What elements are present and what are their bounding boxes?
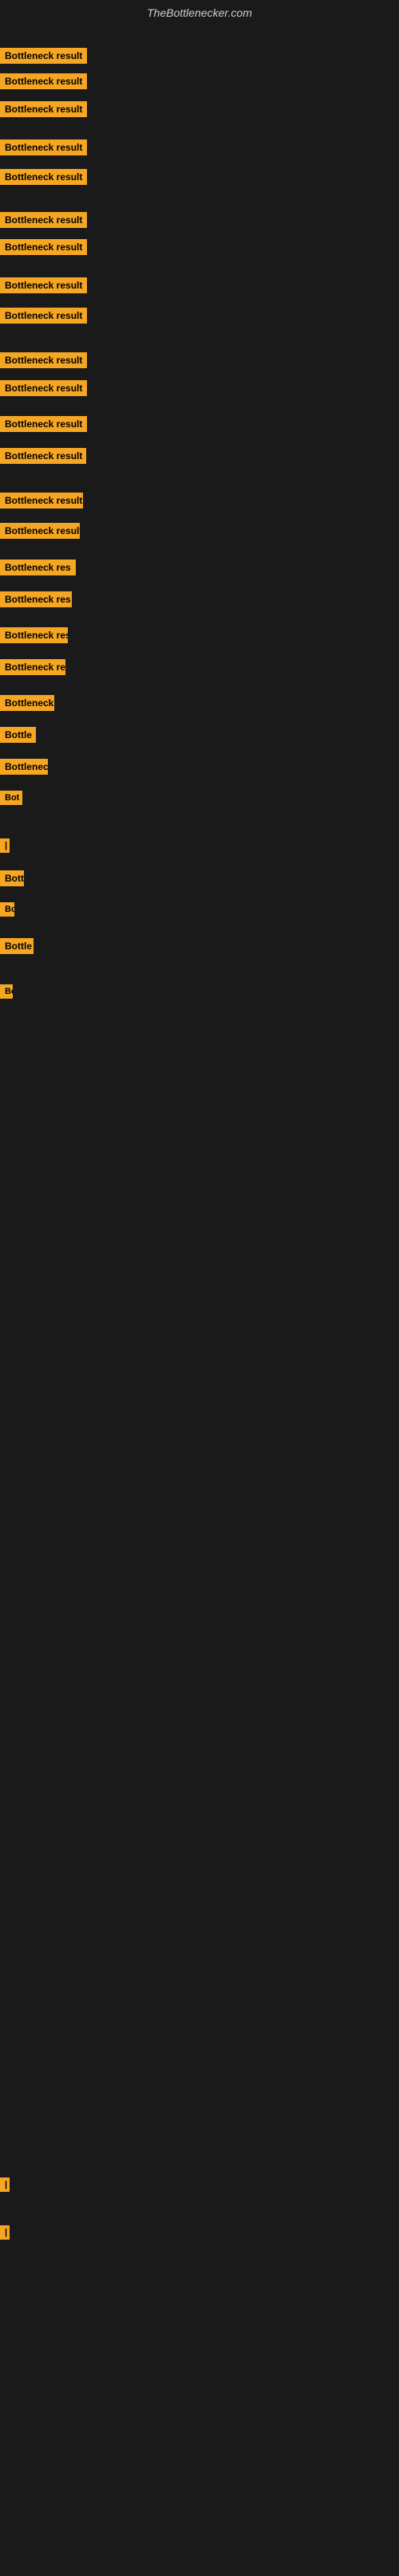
bottleneck-result-label: Bott bbox=[0, 870, 24, 886]
bottleneck-result-label: Bottleneck result bbox=[0, 352, 87, 368]
bottleneck-result-label: Bottleneck res bbox=[0, 560, 76, 575]
bottleneck-result-label: Bottlenec bbox=[0, 759, 48, 775]
bottleneck-result-label: Bottleneck result bbox=[0, 493, 83, 509]
bottleneck-result-label: Bottleneck res bbox=[0, 591, 72, 607]
bottleneck-result-label: | bbox=[0, 838, 10, 853]
bottleneck-result-label: Bottleneck result bbox=[0, 239, 87, 255]
bottleneck-result-label: Bo bbox=[0, 984, 13, 999]
bottleneck-result-label: Bot bbox=[0, 791, 22, 805]
bottleneck-result-label: Bo bbox=[0, 902, 14, 917]
bottleneck-result-label: Bottleneck result bbox=[0, 139, 87, 155]
bottleneck-result-label: | bbox=[0, 2177, 10, 2192]
bottleneck-result-label: Bottleneck bbox=[0, 695, 54, 711]
bottleneck-result-label: Bottleneck res bbox=[0, 627, 68, 643]
site-title: TheBottlenecker.com bbox=[0, 0, 399, 26]
bottleneck-result-label: Bottleneck result bbox=[0, 277, 87, 293]
bottleneck-result-label: Bottleneck result bbox=[0, 212, 87, 228]
bottleneck-result-label: Bottleneck res bbox=[0, 659, 65, 675]
bottleneck-result-label: Bottleneck result bbox=[0, 523, 80, 539]
bottleneck-result-label: Bottle bbox=[0, 727, 36, 743]
bottleneck-result-label: Bottleneck result bbox=[0, 308, 87, 324]
bottleneck-result-label: Bottle bbox=[0, 938, 34, 954]
bottleneck-result-label: Bottleneck result bbox=[0, 169, 87, 185]
bottleneck-result-label: Bottleneck result bbox=[0, 101, 87, 117]
bottleneck-result-label: | bbox=[0, 2225, 10, 2240]
bottleneck-result-label: Bottleneck result bbox=[0, 48, 87, 64]
bottleneck-result-label: Bottleneck result bbox=[0, 416, 87, 432]
bottleneck-result-label: Bottleneck result bbox=[0, 73, 87, 89]
bottleneck-result-label: Bottleneck result bbox=[0, 448, 86, 464]
bottleneck-result-label: Bottleneck result bbox=[0, 380, 87, 396]
